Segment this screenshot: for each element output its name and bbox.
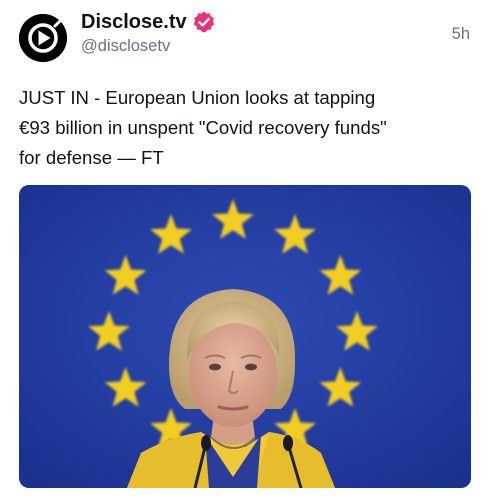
- post-text-line: €93 billion in unspent "Covid recovery f…: [19, 117, 387, 138]
- avatar[interactable]: [19, 14, 67, 62]
- post-media-photo[interactable]: [19, 185, 471, 488]
- post-text-line: JUST IN - European Union looks at tappin…: [19, 87, 376, 108]
- photo-image: [19, 185, 471, 488]
- post-card: Disclose.tv @disclosetv 5h JUST IN - Eur…: [0, 0, 491, 500]
- author-name[interactable]: Disclose.tv: [81, 11, 187, 34]
- post-text: JUST IN - European Union looks at tappin…: [19, 83, 479, 173]
- verified-check-icon: [192, 10, 216, 34]
- author-handle[interactable]: @disclosetv: [81, 37, 170, 56]
- play-logo-icon: [19, 14, 67, 62]
- post-text-line: for defense — FT: [19, 147, 164, 168]
- author-name-row: Disclose.tv: [81, 9, 216, 35]
- post-timestamp[interactable]: 5h: [452, 25, 470, 44]
